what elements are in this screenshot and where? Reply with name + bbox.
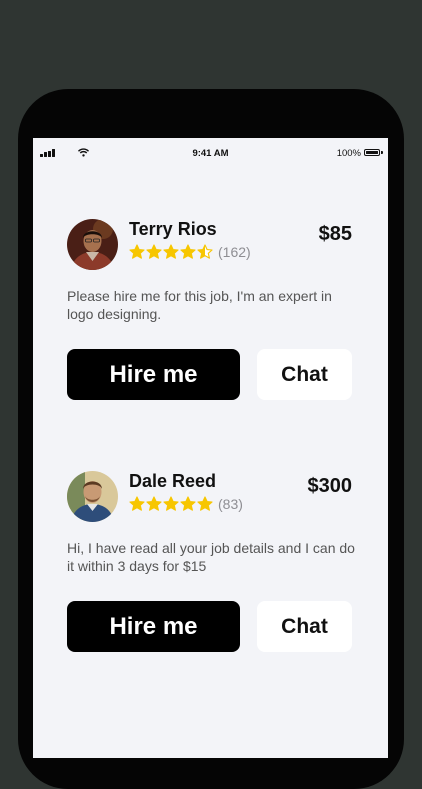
- bid-message: Please hire me for this job, I'm an expe…: [67, 288, 332, 322]
- star-rating: [129, 496, 213, 512]
- star-full-icon: [180, 496, 196, 511]
- star-full-icon: [180, 244, 196, 259]
- battery-icon: [364, 149, 380, 156]
- hire-button[interactable]: Hire me: [67, 601, 240, 652]
- avatar: [67, 471, 118, 522]
- star-full-icon: [197, 496, 213, 511]
- avatar-photo-icon: [67, 471, 118, 522]
- star-full-icon: [163, 244, 179, 259]
- star-full-icon: [146, 244, 162, 259]
- bid-price: $300: [307, 475, 353, 497]
- star-full-icon: [129, 244, 145, 259]
- status-bar: 9:41 AM 100%: [33, 138, 388, 168]
- app-screen: 9:41 AM 100% Terry Rios (162) $85 Please…: [33, 138, 388, 758]
- star-full-icon: [163, 496, 179, 511]
- chat-button[interactable]: Chat: [257, 601, 352, 652]
- rating: (83): [129, 496, 243, 512]
- review-count: (83): [218, 496, 243, 512]
- rating: (162): [129, 244, 251, 260]
- chat-button[interactable]: Chat: [257, 349, 352, 400]
- bid-card: Dale Reed (83) $300 Hi, I have read all …: [67, 471, 355, 661]
- star-half-icon: [197, 244, 213, 259]
- review-count: (162): [218, 244, 251, 260]
- avatar-photo-icon: [67, 219, 118, 270]
- battery-percentage: 100%: [336, 148, 361, 159]
- star-full-icon: [146, 496, 162, 511]
- hire-button[interactable]: Hire me: [67, 349, 240, 400]
- avatar: [67, 219, 118, 270]
- star-rating: [129, 244, 213, 260]
- bid-card: Terry Rios (162) $85 Please hire me for …: [67, 219, 352, 409]
- bid-price: $85: [318, 223, 352, 245]
- star-full-icon: [129, 496, 145, 511]
- freelancer-name: Dale Reed: [129, 471, 217, 491]
- bid-message: Hi, I have read all your job details and…: [67, 540, 355, 574]
- status-time: 9:41 AM: [192, 148, 229, 159]
- freelancer-name: Terry Rios: [129, 219, 217, 239]
